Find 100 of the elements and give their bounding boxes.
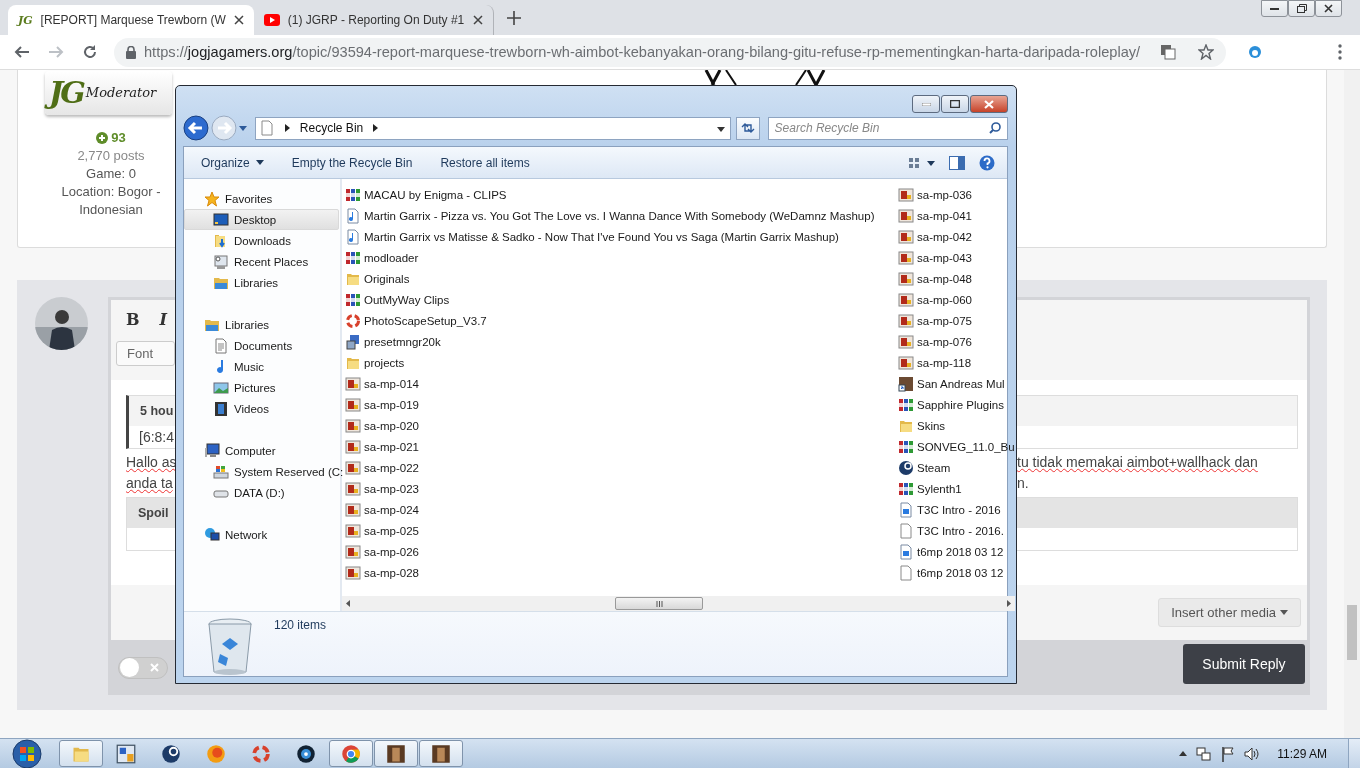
file-item[interactable]: sa-mp-041 (898, 205, 1015, 226)
horizontal-scrollbar[interactable] (342, 596, 1015, 611)
file-item[interactable]: sa-mp-025 (345, 520, 898, 541)
tray-expand-icon[interactable] (1179, 751, 1188, 756)
star-icon (204, 190, 220, 207)
font-select[interactable]: Font (116, 341, 175, 366)
image-icon (345, 417, 361, 434)
refresh-button[interactable] (735, 116, 760, 140)
address-field[interactable]: https://jogjagamers.org/topic/93594-report-marquese-trewborn-wh-aimbot-kebanyakan-orang-bilang-gitu-refuse-rp-mementingkan-harta-daripada-roleplay/ (114, 37, 1226, 67)
file-item[interactable]: projects (345, 352, 898, 373)
close-button[interactable] (970, 95, 1008, 113)
file-item[interactable]: T3C Intro - 2016 (898, 499, 1015, 520)
file-item[interactable]: Sylenth1 (898, 478, 1015, 499)
italic-button[interactable]: I (159, 310, 167, 329)
file-item[interactable]: sa-mp-021 (345, 436, 898, 457)
file-item[interactable]: sa-mp-020 (345, 415, 898, 436)
help-icon[interactable] (979, 154, 995, 171)
toggle-switch[interactable] (118, 656, 168, 679)
restore-button[interactable] (1288, 0, 1315, 17)
command-button[interactable]: Restore all items (440, 155, 530, 170)
file-item[interactable]: Martin Garrix - Pizza vs. You Got The Love vs. I Wanna Dance With Somebody (WeDamnz Mashup) (345, 205, 898, 226)
command-button[interactable]: Empty the Recycle Bin (291, 155, 413, 170)
file-item[interactable]: presetmngr20k (345, 331, 898, 352)
file-item[interactable]: Skins (898, 415, 1015, 436)
extension-icon[interactable] (1248, 45, 1262, 59)
submit-reply-button[interactable]: Submit Reply (1183, 643, 1305, 684)
browser-tab[interactable]: JG [REPORT] Marquese Trewborn (W (8, 5, 254, 35)
image-icon (345, 543, 361, 560)
bold-button[interactable]: B (126, 310, 140, 329)
back-button[interactable] (183, 115, 209, 141)
network-icon[interactable] (1196, 745, 1213, 762)
view-options-icon[interactable] (909, 156, 935, 169)
quote-header: 5 hou (139, 404, 175, 418)
nav-item[interactable]: Computer (184, 440, 339, 461)
scroll-left-icon[interactable] (346, 600, 350, 607)
maximize-button[interactable] (941, 95, 969, 113)
nav-item[interactable]: Downloads (184, 230, 339, 251)
file-item[interactable]: sa-mp-028 (345, 562, 898, 583)
address-bar[interactable]: Recycle Bin (254, 116, 731, 140)
restore-icon (1296, 4, 1307, 13)
nav-item[interactable]: Recent Places (184, 251, 339, 272)
search-field[interactable]: Search Recycle Bin (767, 116, 1008, 140)
file-item[interactable]: sa-mp-023 (345, 478, 898, 499)
nav-item[interactable]: Libraries (184, 272, 339, 293)
file-item[interactable]: Martin Garrix vs Matisse & Sadko - Now That I've Found You vs Saga (Martin Garrix Mashup) (345, 226, 898, 247)
file-item[interactable]: sa-mp-043 (898, 247, 1015, 268)
command-button[interactable]: Organize (201, 155, 264, 170)
file-item[interactable]: sa-mp-060 (898, 289, 1015, 310)
file-item[interactable]: MACAU by Enigma - CLIPS (345, 184, 898, 205)
file-item[interactable]: Sapphire Plugins (898, 394, 1015, 415)
nav-item[interactable]: Desktop (184, 209, 339, 230)
file-item[interactable]: sa-mp-024 (345, 499, 898, 520)
file-item[interactable]: sa-mp-076 (898, 331, 1015, 352)
flag-icon[interactable] (1221, 745, 1236, 762)
close-button[interactable] (1315, 0, 1342, 17)
file-item[interactable]: sa-mp-026 (345, 541, 898, 562)
scroll-right-icon[interactable] (1006, 600, 1011, 607)
preview-pane-icon[interactable] (949, 155, 965, 170)
file-item[interactable]: SONVEG_11.0_Bu (898, 436, 1015, 457)
file-item[interactable]: sa-mp-019 (345, 394, 898, 415)
menu-icon[interactable] (1338, 44, 1342, 60)
translate-icon[interactable] (1160, 44, 1176, 60)
nav-item[interactable]: Music (184, 356, 339, 377)
file-item[interactable]: sa-mp-036 (898, 184, 1015, 205)
scroll-thumb[interactable] (615, 597, 703, 610)
minimize-button[interactable] (912, 95, 940, 113)
nav-item[interactable]: Network (184, 524, 339, 545)
file-item[interactable]: PhotoScapeSetup_V3.7 (345, 310, 898, 331)
nav-item[interactable]: Favorites (184, 188, 339, 209)
clock[interactable]: 11:29 AM (1277, 746, 1327, 761)
file-item[interactable]: sa-mp-048 (898, 268, 1015, 289)
plus-icon (96, 132, 109, 144)
file-item[interactable]: sa-mp-042 (898, 226, 1015, 247)
file-item[interactable]: t6mp 2018 03 12 (898, 562, 1015, 583)
file-item[interactable]: sa-mp-014 (345, 373, 898, 394)
close-icon[interactable] (233, 15, 244, 25)
file-item[interactable]: t6mp 2018 03 12 (898, 541, 1015, 562)
file-item[interactable]: San Andreas Mul (898, 373, 1015, 394)
file-item[interactable]: T3C Intro - 2016. (898, 520, 1015, 541)
volume-icon[interactable] (1244, 745, 1261, 762)
insert-media-button[interactable]: Insert other media (1158, 598, 1301, 627)
file-item[interactable]: sa-mp-022 (345, 457, 898, 478)
minimize-button[interactable] (1261, 0, 1288, 17)
file-item[interactable]: Originals (345, 268, 898, 289)
nav-item[interactable]: Documents (184, 335, 339, 356)
taskbar-button[interactable] (374, 740, 418, 767)
scrollbar[interactable] (1344, 70, 1360, 738)
file-item[interactable]: sa-mp-118 (898, 352, 1015, 373)
nav-item[interactable]: DATA (D:) (184, 482, 339, 503)
star-icon[interactable] (1198, 44, 1214, 60)
nav-item[interactable]: Pictures (184, 377, 339, 398)
close-icon[interactable] (472, 15, 483, 25)
taskbar-button[interactable] (419, 740, 463, 767)
computer-icon (204, 442, 220, 459)
nav-item[interactable]: Libraries (184, 314, 339, 335)
file-item[interactable]: OutMyWay Clips (345, 289, 898, 310)
file-item[interactable]: sa-mp-075 (898, 310, 1015, 331)
nav-item[interactable]: Videos (184, 398, 339, 419)
file-item[interactable]: modloader (345, 247, 898, 268)
file-item[interactable]: Steam (898, 457, 1015, 478)
